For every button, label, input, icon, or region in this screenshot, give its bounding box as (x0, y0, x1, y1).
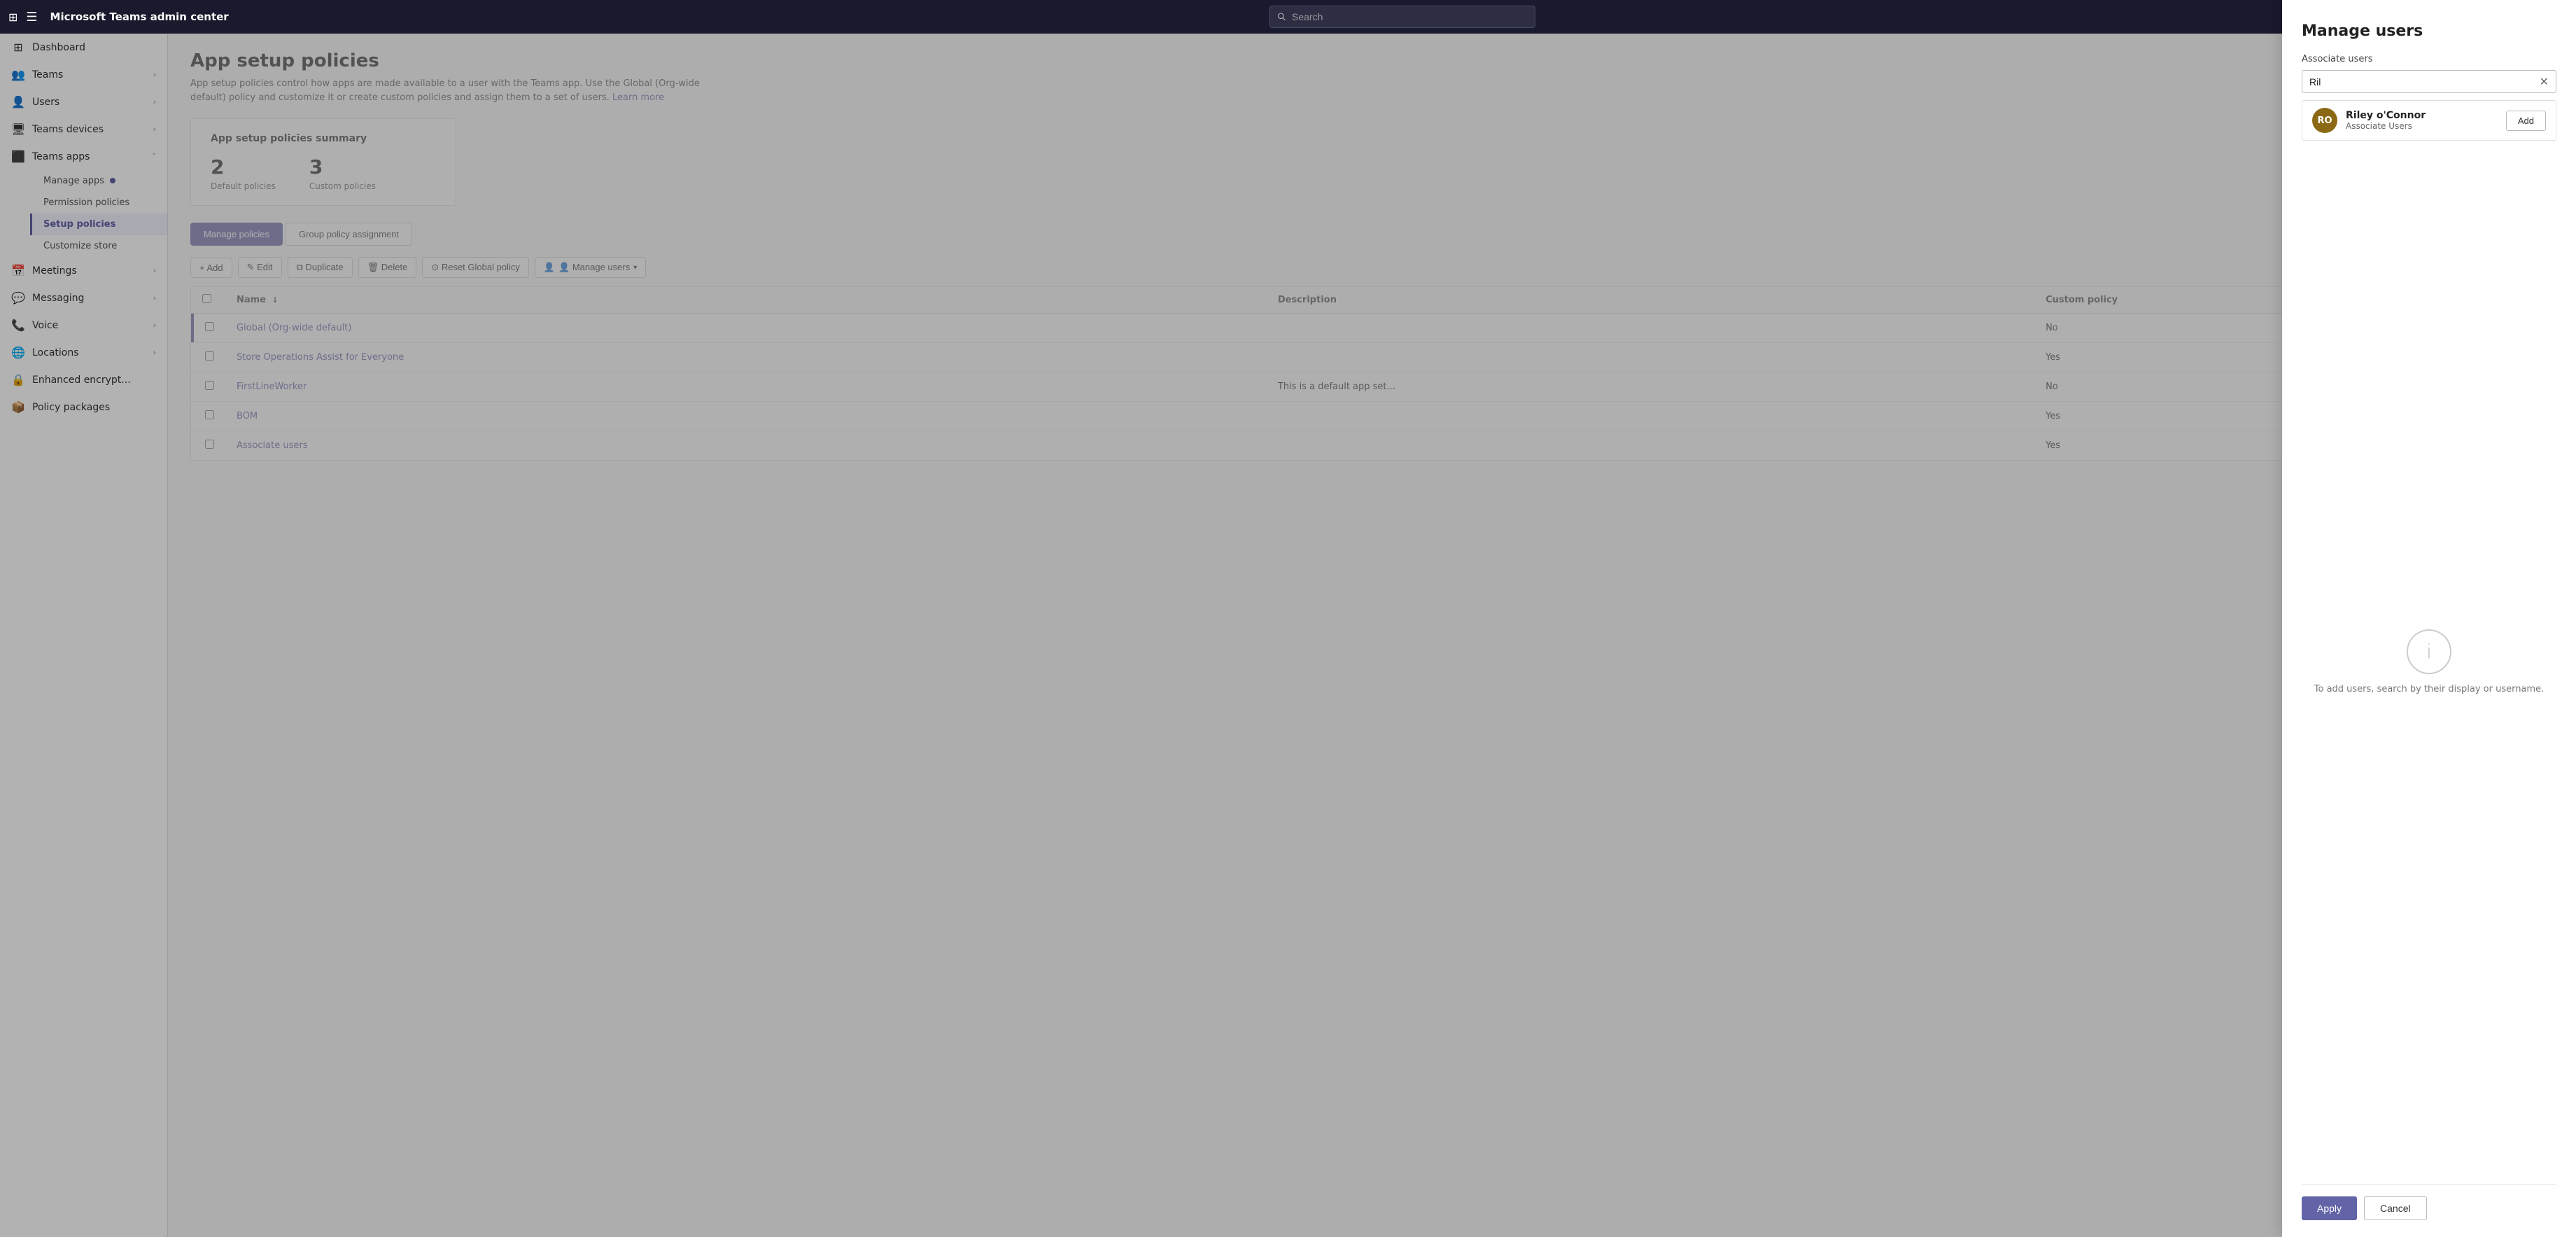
add-user-button[interactable]: Add (2506, 111, 2546, 131)
app-title: Microsoft Teams admin center (50, 11, 229, 23)
cancel-button[interactable]: Cancel (2364, 1196, 2427, 1220)
panel-footer: Apply Cancel (2302, 1184, 2556, 1220)
app-grid-icon[interactable]: ⊞ (8, 11, 17, 24)
user-name: Riley o'Connor (2346, 110, 2498, 121)
search-bar: Search (1269, 6, 1535, 28)
hamburger-icon[interactable]: ☰ (26, 10, 37, 25)
user-search-box: Ril ✕ (2302, 70, 2556, 93)
associate-users-label: Associate users (2302, 54, 2556, 64)
info-text: To add users, search by their display or… (2314, 683, 2544, 697)
topbar: ⊞ ☰ Microsoft Teams admin center Search (0, 0, 2576, 34)
user-search-input[interactable]: Ril (2309, 76, 2534, 88)
apply-button[interactable]: Apply (2302, 1196, 2357, 1220)
user-avatar: RO (2312, 108, 2337, 133)
user-result-item: RO Riley o'Connor Associate Users Add (2302, 100, 2556, 141)
manage-users-panel: Manage users Associate users Ril ✕ RO Ri… (2282, 0, 2576, 1237)
search-icon (1277, 12, 1286, 22)
info-placeholder: i To add users, search by their display … (2302, 146, 2556, 1179)
overlay[interactable] (0, 34, 2576, 1237)
info-circle-icon: i (2407, 629, 2451, 674)
clear-search-button[interactable]: ✕ (2540, 75, 2549, 88)
panel-title: Manage users (2302, 22, 2556, 40)
user-role: Associate Users (2346, 121, 2498, 131)
search-input[interactable]: Search (1292, 11, 1528, 22)
user-info: Riley o'Connor Associate Users (2346, 110, 2498, 131)
